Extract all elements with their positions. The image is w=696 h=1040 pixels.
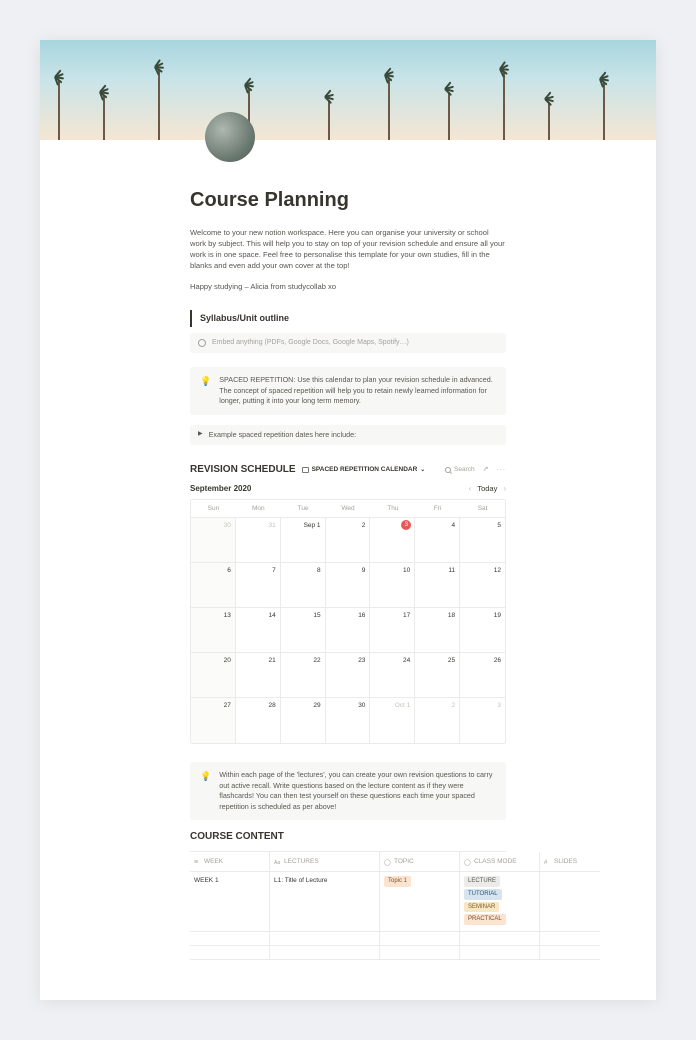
col-topic[interactable]: TOPIC: [380, 852, 460, 872]
class-mode-tag: SEMINAR: [464, 902, 499, 913]
calendar-cell[interactable]: 2: [415, 698, 460, 743]
cell-class-mode: LECTURE TUTORIAL SEMINARPRACTICAL: [460, 872, 540, 932]
calendar-icon: [302, 467, 309, 473]
intro-text[interactable]: Welcome to your new notion workspace. He…: [190, 227, 506, 271]
table-row[interactable]: [190, 946, 506, 960]
calendar-cell[interactable]: 22: [281, 653, 326, 698]
col-slides[interactable]: SLIDES: [540, 852, 600, 872]
day-header: Fri: [415, 500, 460, 518]
view-name: SPACED REPETITION CALENDAR: [312, 465, 418, 474]
calendar-cell[interactable]: 6: [191, 563, 236, 608]
next-month-button[interactable]: ›: [503, 483, 506, 495]
calendar-cell[interactable]: 26: [460, 653, 505, 698]
calendar-cell[interactable]: 16: [326, 608, 371, 653]
lectures-callout[interactable]: 💡 Within each page of the 'lectures', yo…: [190, 762, 506, 820]
calendar-cell[interactable]: 18: [415, 608, 460, 653]
calendar-cell[interactable]: 27: [191, 698, 236, 743]
more-menu-icon[interactable]: ···: [497, 465, 507, 474]
bulb-icon: 💡: [200, 770, 211, 812]
calendar-cell[interactable]: Oct 1: [370, 698, 415, 743]
calendar-cell[interactable]: 23: [326, 653, 371, 698]
calendar-cell[interactable]: 7: [236, 563, 281, 608]
calendar-cell[interactable]: 5: [460, 518, 505, 563]
day-header: Sat: [460, 500, 505, 518]
calendar-cell[interactable]: 4: [415, 518, 460, 563]
class-mode-tag: PRACTICAL: [464, 914, 506, 925]
calendar-cell[interactable]: 30: [191, 518, 236, 563]
calendar-cell[interactable]: 28: [236, 698, 281, 743]
callout-text: SPACED REPETITION: Use this calendar to …: [219, 375, 496, 406]
calendar-month: September 2020: [190, 483, 251, 495]
prev-month-button[interactable]: ‹: [469, 483, 472, 495]
calendar-cell[interactable]: 9: [326, 563, 371, 608]
embed-icon: [198, 339, 206, 347]
calendar-cell[interactable]: 21: [236, 653, 281, 698]
search-icon: [445, 467, 451, 473]
page-cover[interactable]: [40, 40, 656, 140]
calendar-cell[interactable]: 20: [191, 653, 236, 698]
calendar-cell[interactable]: 29: [281, 698, 326, 743]
calendar-cell[interactable]: 14: [236, 608, 281, 653]
embed-block[interactable]: Embed anything (PDFs, Google Docs, Googl…: [190, 333, 506, 353]
today-button[interactable]: Today: [477, 484, 497, 495]
page-title[interactable]: Course Planning: [190, 186, 506, 215]
day-header: Mon: [236, 500, 281, 518]
calendar-cell[interactable]: 11: [415, 563, 460, 608]
class-mode-tag: LECTURE: [464, 876, 500, 887]
expand-icon[interactable]: [483, 465, 489, 475]
table-row[interactable]: [190, 932, 506, 946]
syllabus-heading[interactable]: Syllabus/Unit outline: [190, 310, 506, 327]
day-header: Tue: [281, 500, 326, 518]
revision-db-title[interactable]: REVISION SCHEDULE: [190, 463, 296, 478]
calendar-cell[interactable]: 3: [460, 698, 505, 743]
col-lectures[interactable]: LECTURES: [270, 852, 380, 872]
example-dates-toggle[interactable]: ▶ Example spaced repetition dates here i…: [190, 425, 506, 445]
class-mode-tag: TUTORIAL: [464, 889, 502, 900]
col-week[interactable]: WEEK: [190, 852, 270, 872]
calendar-cell[interactable]: 25: [415, 653, 460, 698]
search-button[interactable]: Search: [445, 465, 475, 474]
page-icon[interactable]: [205, 112, 255, 162]
col-class-mode[interactable]: CLASS MODE: [460, 852, 540, 872]
day-header: Sun: [191, 500, 236, 518]
cell-topic: Topic 1: [380, 872, 460, 932]
chevron-down-icon: ⌄: [420, 466, 425, 475]
calendar-cell[interactable]: 8: [281, 563, 326, 608]
table-row[interactable]: WEEK 1 L1: Title of Lecture Topic 1 LECT…: [190, 872, 506, 932]
calendar-cell[interactable]: 2: [326, 518, 371, 563]
calendar-cell[interactable]: Sep 1: [281, 518, 326, 563]
calendar-cell[interactable]: 31: [236, 518, 281, 563]
cell-slides: [540, 872, 600, 932]
calendar-cell[interactable]: 12: [460, 563, 505, 608]
calendar-cell[interactable]: 24: [370, 653, 415, 698]
calendar-cell[interactable]: 3: [370, 518, 415, 563]
calendar-cell[interactable]: 17: [370, 608, 415, 653]
signoff-text[interactable]: Happy studying – Alicia from studycollab…: [190, 281, 506, 292]
cell-lecture: L1: Title of Lecture: [270, 872, 380, 932]
calendar-cell[interactable]: 10: [370, 563, 415, 608]
calendar-cell[interactable]: 19: [460, 608, 505, 653]
calendar-cell[interactable]: 15: [281, 608, 326, 653]
course-content-title[interactable]: COURSE CONTENT: [190, 830, 506, 845]
calendar-view-tab[interactable]: SPACED REPETITION CALENDAR ⌄: [302, 465, 426, 474]
toggle-label: Example spaced repetition dates here inc…: [209, 430, 356, 440]
day-header: Thu: [370, 500, 415, 518]
spaced-repetition-callout[interactable]: 💡 SPACED REPETITION: Use this calendar t…: [190, 367, 506, 414]
embed-placeholder: Embed anything (PDFs, Google Docs, Googl…: [212, 338, 409, 348]
course-content-table: WEEK LECTURES TOPIC CLASS MODE SLIDES WE…: [190, 851, 506, 960]
calendar-cell[interactable]: 30: [326, 698, 371, 743]
day-header: Wed: [326, 500, 371, 518]
toggle-triangle-icon: ▶: [198, 430, 203, 439]
calendar-grid: SunMonTueWedThuFriSat 3031Sep 1234567891…: [190, 499, 506, 744]
bulb-icon: 💡: [200, 375, 211, 406]
callout-text: Within each page of the 'lectures', you …: [219, 770, 496, 812]
calendar-cell[interactable]: 13: [191, 608, 236, 653]
cell-week: WEEK 1: [190, 872, 270, 932]
